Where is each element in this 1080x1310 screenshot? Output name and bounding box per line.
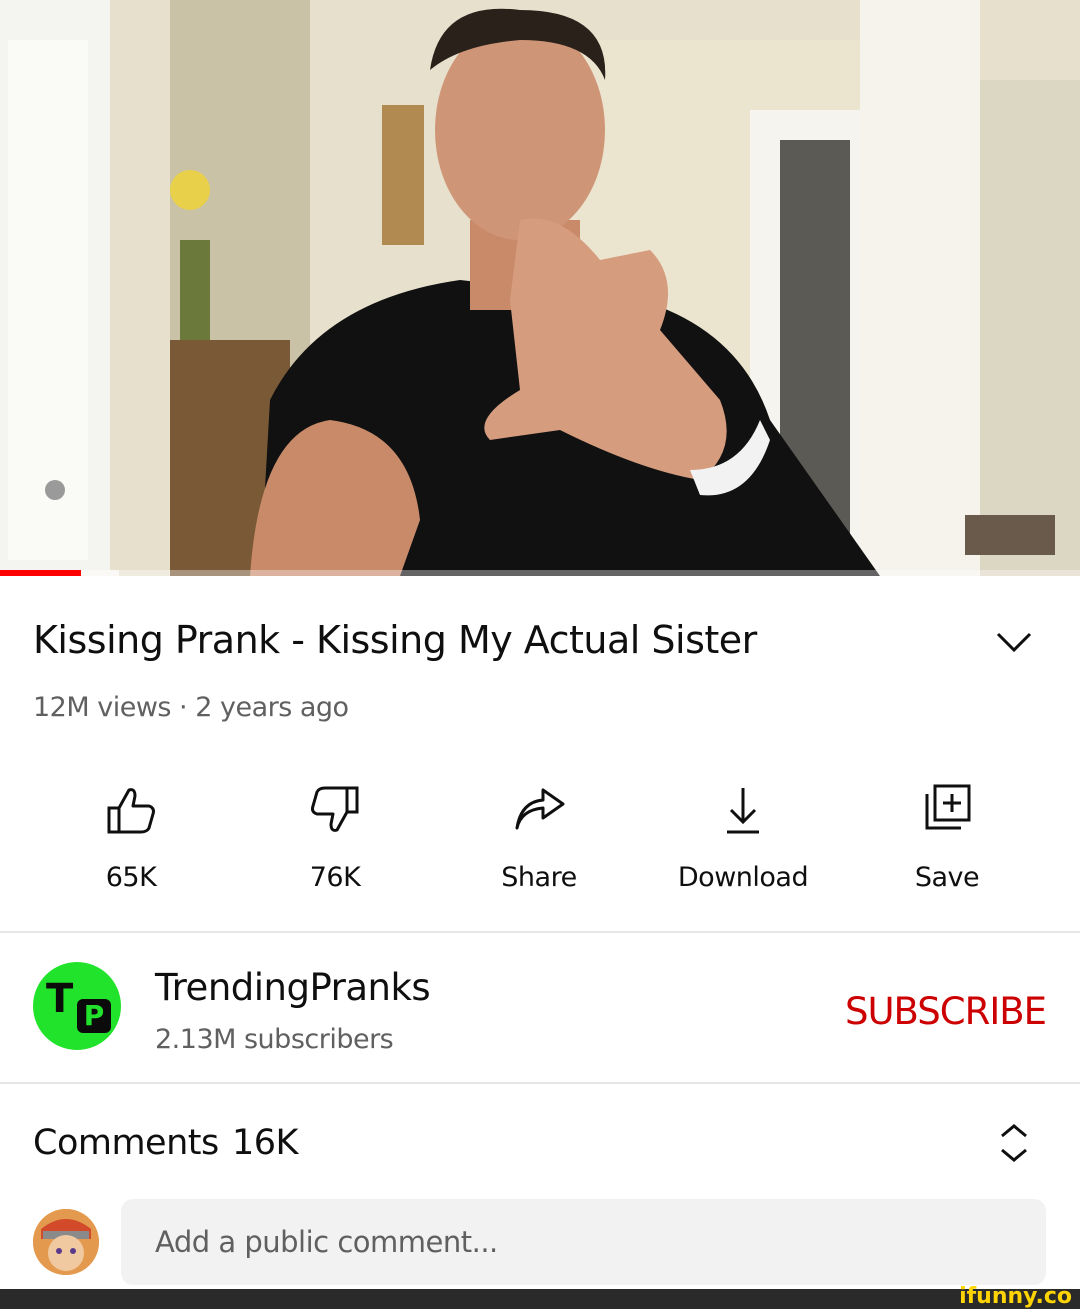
bottom-bar [0, 1289, 1080, 1309]
comments-count: 16K [232, 1123, 299, 1163]
expand-collapse-icon[interactable] [996, 1120, 1032, 1166]
share-button[interactable]: Share [439, 772, 639, 912]
progress-bar[interactable] [0, 570, 1080, 576]
chevron-down-icon[interactable] [992, 622, 1036, 662]
dislike-button[interactable]: 76K [235, 772, 435, 912]
divider [0, 1082, 1080, 1084]
channel-name[interactable]: TrendingPranks [155, 962, 431, 1014]
share-arrow-icon [509, 780, 569, 840]
download-label: Download [677, 862, 809, 893]
action-bar: 65K 76K Share Download Save [0, 772, 1080, 912]
watermark: ifunny.co [959, 1284, 1072, 1309]
thumbs-up-icon [101, 780, 161, 840]
download-icon [713, 780, 773, 840]
video-meta: 12M views · 2 years ago [33, 692, 349, 723]
like-button[interactable]: 65K [31, 772, 231, 912]
download-button[interactable]: Download [643, 772, 843, 912]
thumbs-down-icon [305, 780, 365, 840]
divider [0, 931, 1080, 933]
channel-avatar[interactable]: T P [33, 962, 121, 1050]
avatar-letter-p: P [77, 999, 111, 1033]
video-frame [0, 0, 1080, 576]
save-button[interactable]: Save [847, 772, 1047, 912]
video-title[interactable]: Kissing Prank - Kissing My Actual Sister [33, 612, 757, 668]
add-to-playlist-icon [917, 780, 977, 840]
user-avatar[interactable] [33, 1209, 99, 1275]
avatar-letter-t: T [46, 976, 74, 1022]
video-player[interactable] [0, 0, 1080, 576]
dislike-count: 76K [309, 862, 361, 893]
save-label: Save [914, 862, 980, 893]
like-count: 65K [105, 862, 157, 893]
subscriber-count: 2.13M subscribers [155, 1024, 394, 1055]
progress-played [0, 570, 81, 576]
comment-input[interactable] [121, 1199, 1046, 1285]
subscribe-button[interactable]: SUBSCRIBE [830, 986, 1060, 1038]
share-label: Share [501, 862, 577, 893]
comments-heading[interactable]: Comments [33, 1118, 219, 1168]
comment-field[interactable] [121, 1199, 1046, 1285]
